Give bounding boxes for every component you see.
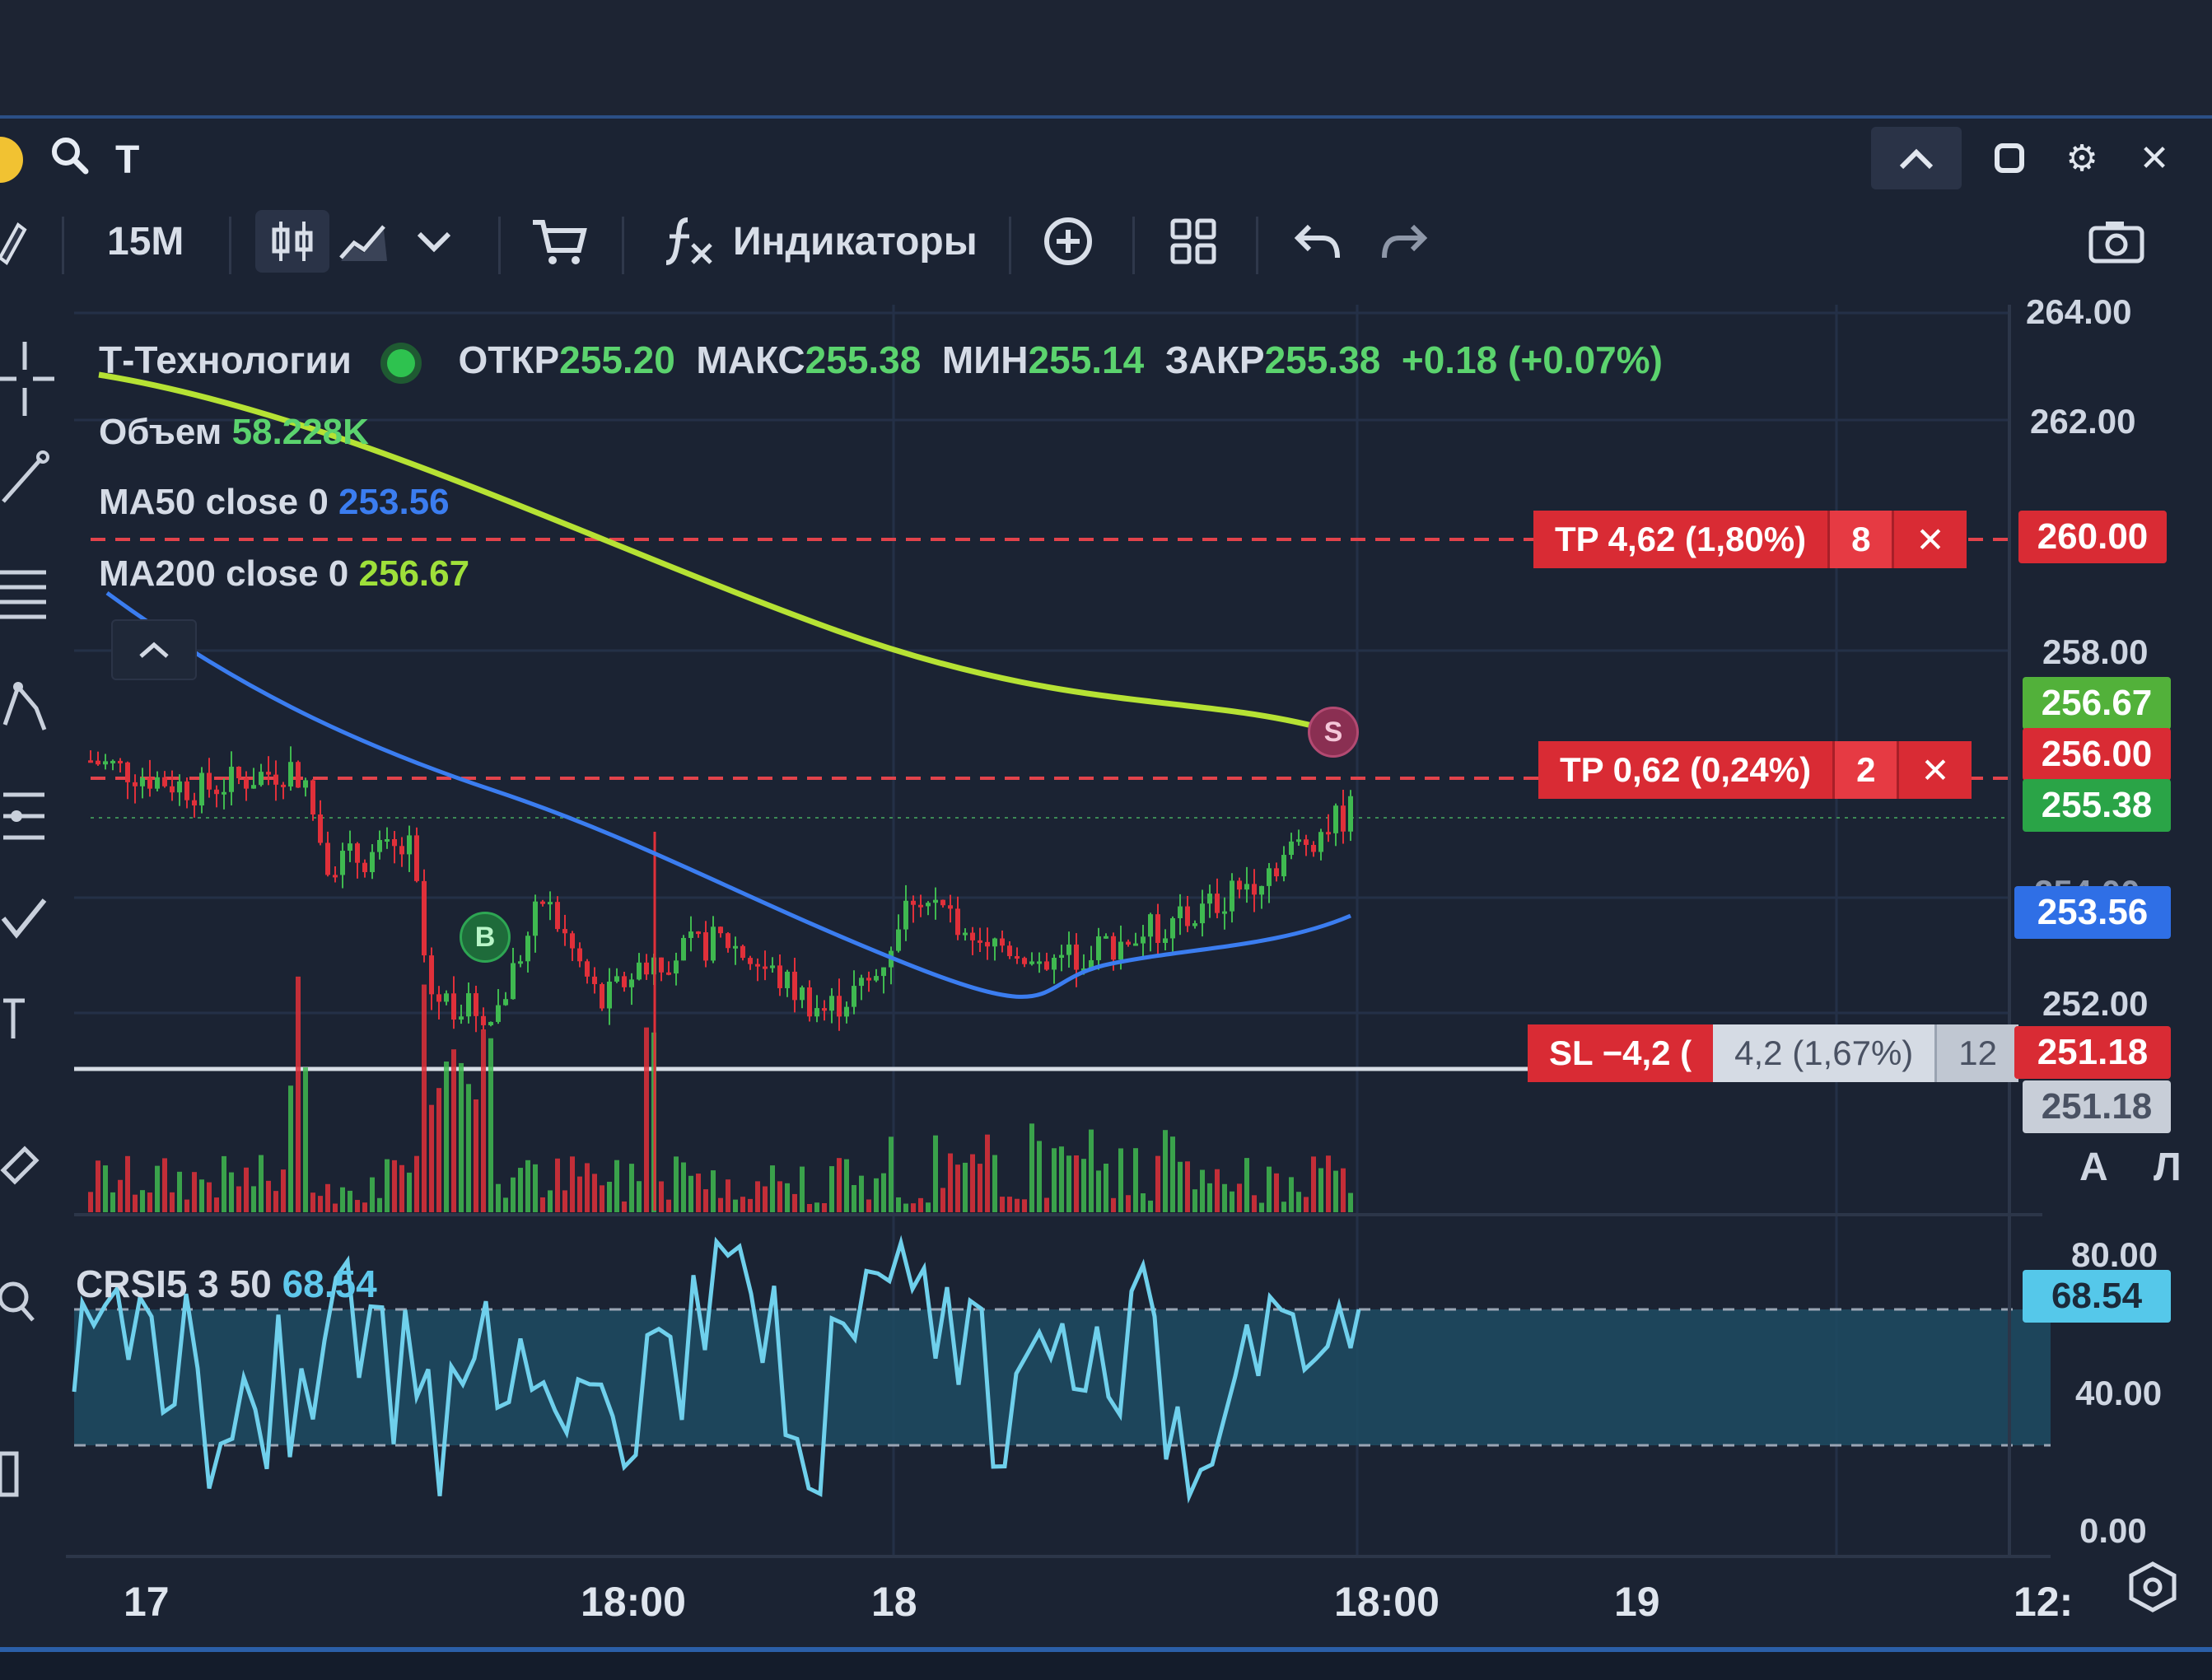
- tp2-label[interactable]: TP 0,62 (0,24%): [1538, 741, 1833, 799]
- log-scale-button[interactable]: Л: [2154, 1145, 2182, 1190]
- price-tick: 264.00: [2026, 292, 2132, 331]
- crsi-legend[interactable]: CRSI5 3 50 68.54: [76, 1262, 377, 1306]
- time-tick: 12:: [2014, 1579, 2074, 1625]
- tp2-price-label[interactable]: 256.00: [2023, 728, 2171, 781]
- high-value: 255.38: [805, 338, 922, 381]
- high-label: МАКС: [696, 338, 805, 381]
- time-tick: 18:00: [581, 1579, 686, 1625]
- price-tick: 262.00: [2030, 402, 2136, 441]
- ma50-legend[interactable]: MA50 close 0 253.56: [99, 482, 450, 523]
- sl-ghost-price-label: 251.18: [2023, 1080, 2171, 1133]
- tp2-qty[interactable]: 2: [1832, 741, 1897, 799]
- time-tick: 17: [124, 1579, 170, 1625]
- ma200-value: 256.67: [358, 553, 470, 594]
- ma200-legend[interactable]: MA200 close 0 256.67: [99, 553, 469, 595]
- instrument-name[interactable]: Т-Технологии: [99, 338, 352, 381]
- crsi-label: CRSI5 3 50: [76, 1262, 272, 1305]
- buy-marker[interactable]: B: [460, 912, 511, 963]
- open-value: 255.20: [559, 338, 675, 381]
- ma200-price-label: 256.67: [2023, 677, 2171, 730]
- chart-area[interactable]: Т-Технологии ОТКР255.20 МАКС255.38 МИН25…: [0, 0, 2212, 1680]
- volume-value: 58.228K: [231, 412, 369, 452]
- price-chart[interactable]: [0, 0, 2212, 1680]
- crsi-value: 68.54: [282, 1262, 377, 1305]
- change-value: +0.18 (+0.07%): [1401, 338, 1663, 381]
- crsi-tick: 0.00: [2079, 1511, 2147, 1550]
- tp2-order[interactable]: TP 0,62 (0,24%) 2 ✕: [1538, 741, 1972, 799]
- sell-marker[interactable]: S: [1308, 707, 1359, 758]
- ma200-label: MA200 close 0: [99, 553, 349, 594]
- settings-hex-icon[interactable]: [2126, 1561, 2179, 1617]
- low-value: 255.14: [1028, 338, 1145, 381]
- live-status-icon: [386, 348, 415, 377]
- price-tick: 252.00: [2042, 984, 2149, 1023]
- time-tick: 18: [871, 1579, 917, 1625]
- volume-label: Объем: [99, 412, 222, 452]
- time-tick: 19: [1614, 1579, 1660, 1625]
- open-label: ОТКР: [458, 338, 560, 381]
- sl-detail[interactable]: 4,2 (1,67%): [1713, 1024, 1935, 1082]
- close-icon[interactable]: ✕: [1892, 511, 1967, 568]
- volume-legend: Объем 58.228K: [99, 412, 369, 453]
- close-value: 255.38: [1264, 338, 1381, 381]
- close-icon[interactable]: ✕: [1897, 741, 1972, 799]
- instrument-legend: Т-Технологии ОТКР255.20 МАКС255.38 МИН25…: [99, 338, 1663, 382]
- sl-price-label[interactable]: 251.18: [2014, 1026, 2171, 1079]
- ma50-price-label: 253.56: [2014, 886, 2171, 939]
- sl-label[interactable]: SL −4,2 (: [1528, 1024, 1714, 1082]
- sl-qty[interactable]: 12: [1934, 1024, 2018, 1082]
- tp1-qty[interactable]: 8: [1827, 511, 1892, 568]
- ma50-value: 253.56: [338, 482, 450, 522]
- legend-collapse-button[interactable]: [111, 619, 197, 680]
- price-tick: 258.00: [2042, 632, 2149, 671]
- crsi-tick: 40.00: [2075, 1374, 2163, 1412]
- last-price-label: 255.38: [2023, 779, 2171, 832]
- sl-order[interactable]: SL −4,2 ( 4,2 (1,67%) 12: [1528, 1024, 2018, 1082]
- ma50-label: MA50 close 0: [99, 482, 329, 522]
- tp1-label[interactable]: TP 4,62 (1,80%): [1533, 511, 1828, 568]
- crsi-tick: 80.00: [2071, 1235, 2158, 1274]
- tp1-price-label[interactable]: 260.00: [2018, 511, 2167, 563]
- time-tick: 18:00: [1334, 1579, 1440, 1625]
- close-label: ЗАКР: [1164, 338, 1265, 381]
- window-bottom-border: [0, 1647, 2212, 1652]
- crsi-price-label: 68.54: [2023, 1270, 2171, 1323]
- low-label: МИН: [941, 338, 1029, 381]
- auto-scale-button[interactable]: А: [2079, 1145, 2108, 1190]
- tp1-order[interactable]: TP 4,62 (1,80%) 8 ✕: [1533, 511, 1967, 568]
